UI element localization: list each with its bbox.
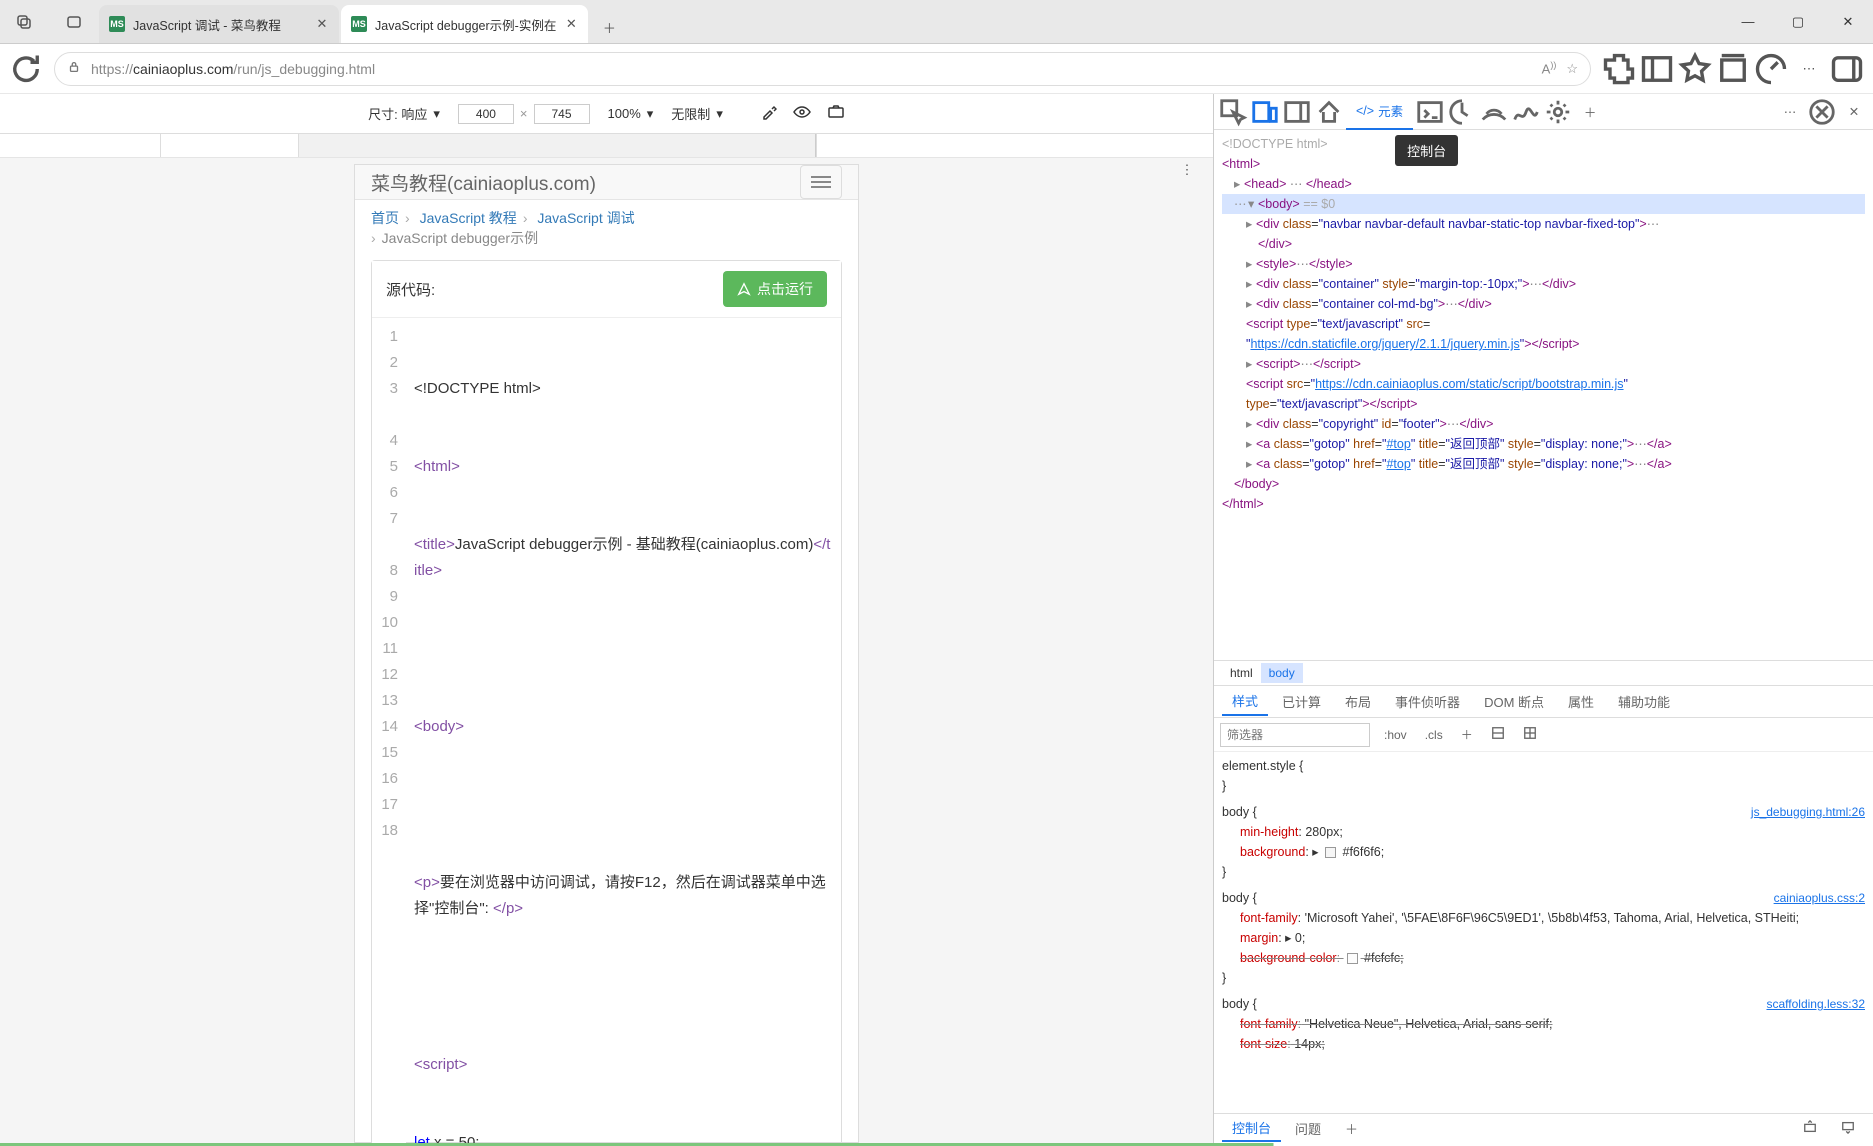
drawer-issues[interactable]: 问题	[1285, 1116, 1331, 1141]
drawer-collapse-icon[interactable]	[1831, 1117, 1865, 1140]
styles-subtabs: 样式 已计算 布局 事件侦听器 DOM 断点 属性 辅助功能	[1214, 686, 1873, 718]
add-tab-icon[interactable]: ＋	[1575, 97, 1605, 127]
favorite-icon[interactable]: ☆	[1566, 61, 1578, 77]
sidebar-icon[interactable]	[1639, 51, 1675, 87]
extensions-icon[interactable]	[1601, 51, 1637, 87]
dom-tree[interactable]: <!DOCTYPE html> <html> ▸<head> ⋯ </head>…	[1214, 130, 1873, 660]
responsive-toolbar: 尺寸: 响应 ▾ 400×745 100% ▾ 无限制 ▾	[0, 94, 1213, 134]
tab-network-icon[interactable]	[1479, 97, 1509, 127]
styles-pane[interactable]: element.style { } body {js_debugging.htm…	[1214, 752, 1873, 1113]
drawer-add[interactable]: ＋	[1335, 1116, 1368, 1141]
tab-performance-icon[interactable]	[1511, 97, 1541, 127]
address-bar: https://cainiaoplus.com/run/js_debugging…	[0, 44, 1873, 94]
url-input[interactable]: https://cainiaoplus.com/run/js_debugging…	[54, 52, 1591, 86]
cls-button[interactable]: .cls	[1421, 726, 1447, 744]
source-link[interactable]: cainiaoplus.css:2	[1774, 888, 1865, 908]
source-label: 源代码:	[386, 279, 435, 300]
breadcrumb: 首页› JavaScript 教程› JavaScript 调试 ›JavaSc…	[355, 200, 858, 250]
performance-icon[interactable]	[1753, 51, 1789, 87]
simulated-page: 菜鸟教程(cainiaoplus.com) 首页› JavaScript 教程›…	[354, 164, 859, 1143]
devtools-panel: </>元素 控制台 ＋ ⋯ ✕ <!DOCTYPE html> <html> ▸…	[1213, 94, 1873, 1143]
workspaces-icon[interactable]	[56, 4, 92, 40]
minimize-button[interactable]: —	[1723, 0, 1773, 43]
close-icon[interactable]: ✕	[564, 17, 578, 31]
inspect-element-icon[interactable]	[1218, 97, 1248, 127]
page-viewport: 尺寸: 响应 ▾ 400×745 100% ▾ 无限制 ▾ ⋮ 菜鸟教程(ca	[0, 94, 1213, 1143]
crumb-tutorial[interactable]: JavaScript 教程	[420, 210, 517, 226]
width-input[interactable]: 400	[458, 104, 514, 124]
maximize-button[interactable]: ▢	[1773, 0, 1823, 43]
flex-icon[interactable]	[1487, 724, 1509, 745]
code-editor[interactable]: 123456789101112131415161718 <!DOCTYPE ht…	[372, 318, 841, 1143]
tab-sources-icon[interactable]	[1447, 97, 1477, 127]
subtab-styles[interactable]: 样式	[1222, 687, 1268, 716]
device-size-dropdown[interactable]: 尺寸: 响应 ▾	[368, 104, 440, 123]
source-link[interactable]: js_debugging.html:26	[1751, 802, 1865, 822]
crumb-body[interactable]: body	[1261, 663, 1303, 683]
run-button[interactable]: 点击运行	[723, 271, 827, 307]
subtab-dom-bp[interactable]: DOM 断点	[1474, 688, 1554, 715]
browser-tab-1[interactable]: MS JavaScript 调试 - 菜鸟教程 ✕	[99, 5, 339, 43]
new-rule-button[interactable]: ＋	[1457, 724, 1477, 745]
close-icon[interactable]: ✕	[315, 17, 329, 31]
welcome-icon[interactable]	[1314, 97, 1344, 127]
device-toolbar-icon[interactable]	[1250, 97, 1280, 127]
dock-icon[interactable]	[1282, 97, 1312, 127]
browser-titlebar: MS JavaScript 调试 - 菜鸟教程 ✕ MS JavaScript …	[0, 0, 1873, 44]
source-link[interactable]: scaffolding.less:32	[1766, 994, 1865, 1014]
favorites-bar-icon[interactable]	[1677, 51, 1713, 87]
errors-icon[interactable]	[1807, 97, 1837, 127]
brand-text: 菜鸟教程(cainiaoplus.com)	[371, 169, 596, 196]
drawer-expand-icon[interactable]	[1793, 1117, 1827, 1140]
lock-icon	[67, 60, 81, 77]
tab-label: JavaScript 调试 - 菜鸟教程	[133, 15, 307, 34]
screenshot-icon[interactable]	[827, 104, 845, 123]
eyedropper-icon[interactable]	[761, 104, 777, 123]
drawer-tabs: 控制台 问题 ＋	[1214, 1113, 1873, 1143]
hamburger-button[interactable]	[800, 165, 842, 199]
eye-icon[interactable]	[793, 104, 811, 123]
tab-label: JavaScript debugger示例-实例在	[375, 15, 556, 34]
devtools-more-icon[interactable]: ⋯	[1775, 97, 1805, 127]
drawer-console[interactable]: 控制台	[1222, 1115, 1281, 1142]
collections-icon[interactable]	[1715, 51, 1751, 87]
crumb-html[interactable]: html	[1222, 663, 1261, 683]
close-devtools-icon[interactable]: ✕	[1839, 97, 1869, 127]
crumb-current: JavaScript debugger示例	[382, 230, 538, 246]
more-icon[interactable]: ⋯	[1791, 51, 1827, 87]
new-tab-button[interactable]: ＋	[593, 11, 625, 43]
subtab-computed[interactable]: 已计算	[1272, 688, 1331, 715]
url-text: https://cainiaoplus.com/run/js_debugging…	[91, 61, 1532, 77]
height-input[interactable]: 745	[534, 104, 590, 124]
zoom-dropdown[interactable]: 100% ▾	[608, 106, 654, 122]
subtab-props[interactable]: 属性	[1558, 688, 1604, 715]
ruler	[0, 134, 1213, 158]
tab-actions-icon[interactable]	[6, 4, 42, 40]
subtab-listeners[interactable]: 事件侦听器	[1385, 688, 1470, 715]
crumb-topic[interactable]: JavaScript 调试	[537, 210, 634, 226]
tab-elements[interactable]: </>元素	[1346, 94, 1413, 130]
settings-icon[interactable]	[1543, 97, 1573, 127]
throttle-dropdown[interactable]: 无限制 ▾	[671, 104, 723, 123]
close-window-button[interactable]: ✕	[1823, 0, 1873, 43]
favicon-icon: MS	[109, 16, 125, 32]
reader-icon[interactable]: A))	[1542, 60, 1557, 76]
grid-icon[interactable]	[1519, 724, 1541, 745]
styles-filter-input[interactable]	[1220, 723, 1370, 747]
copilot-icon[interactable]	[1829, 51, 1865, 87]
browser-tab-2[interactable]: MS JavaScript debugger示例-实例在 ✕	[341, 5, 588, 43]
subtab-layout[interactable]: 布局	[1335, 688, 1381, 715]
subtab-a11y[interactable]: 辅助功能	[1608, 688, 1680, 715]
hov-button[interactable]: :hov	[1380, 726, 1411, 744]
refresh-button[interactable]	[8, 51, 44, 87]
tab-console-icon[interactable]: 控制台	[1415, 97, 1445, 127]
console-tooltip: 控制台	[1395, 135, 1458, 166]
favicon-icon: MS	[351, 16, 367, 32]
crumb-home[interactable]: 首页	[371, 210, 399, 226]
dom-breadcrumb: html body	[1214, 660, 1873, 686]
